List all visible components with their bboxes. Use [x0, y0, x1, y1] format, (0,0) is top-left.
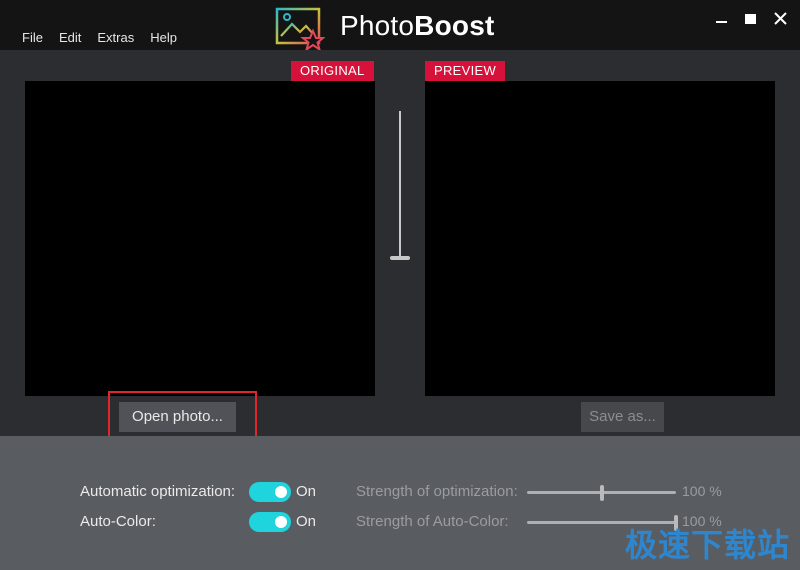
toggle-knob — [275, 516, 287, 528]
save-as-button[interactable]: Save as... — [581, 402, 664, 432]
auto-color-toggle[interactable] — [249, 512, 291, 532]
app-title-light: Photo — [340, 10, 415, 41]
auto-optimization-toggle[interactable] — [249, 482, 291, 502]
app-title-bold: Boost — [414, 10, 495, 41]
app-title: PhotoBoost — [340, 10, 495, 42]
open-photo-button[interactable]: Open photo... — [119, 402, 236, 432]
image-compare-area: ORIGINAL PREVIEW Open photo... Save as..… — [0, 50, 800, 442]
watermark-text: 极速下载站 — [625, 527, 791, 563]
optimization-strength-value: 100 % — [682, 483, 722, 499]
auto-optimization-label: Automatic optimization: — [80, 483, 236, 500]
settings-panel: Automatic optimization: On Strength of o… — [0, 436, 800, 570]
optimization-strength-thumb[interactable] — [599, 485, 604, 501]
title-bar: File Edit Extras Help PhotoBoost — [0, 0, 800, 52]
minimize-icon[interactable] — [712, 10, 732, 30]
auto-color-label: Auto-Color: — [80, 513, 156, 530]
settings-row-auto-optimization: Automatic optimization: On Strength of o… — [0, 480, 800, 504]
menu-help[interactable]: Help — [142, 28, 185, 47]
menu-extras[interactable]: Extras — [89, 28, 142, 47]
compare-divider-track[interactable] — [399, 111, 401, 258]
preview-label: PREVIEW — [425, 61, 506, 81]
original-image-panel[interactable] — [25, 81, 375, 396]
original-label: ORIGINAL — [291, 61, 374, 81]
close-icon[interactable] — [771, 10, 791, 30]
preview-image-panel[interactable] — [425, 81, 775, 396]
menu-edit[interactable]: Edit — [51, 28, 89, 47]
photoboost-window: File Edit Extras Help PhotoBoost ORIGINA… — [0, 0, 800, 570]
photoboost-logo-icon — [275, 7, 325, 52]
auto-color-strength-label: Strength of Auto-Color: — [356, 513, 509, 530]
optimization-strength-slider[interactable] — [527, 485, 676, 501]
menu-file[interactable]: File — [14, 28, 51, 47]
maximize-icon[interactable] — [741, 10, 761, 30]
optimization-strength-label: Strength of optimization: — [356, 483, 518, 500]
compare-divider-handle[interactable] — [390, 256, 410, 260]
auto-optimization-state: On — [296, 483, 317, 500]
menu-bar: File Edit Extras Help — [14, 28, 185, 47]
toggle-knob — [275, 486, 287, 498]
auto-color-state: On — [296, 513, 317, 530]
